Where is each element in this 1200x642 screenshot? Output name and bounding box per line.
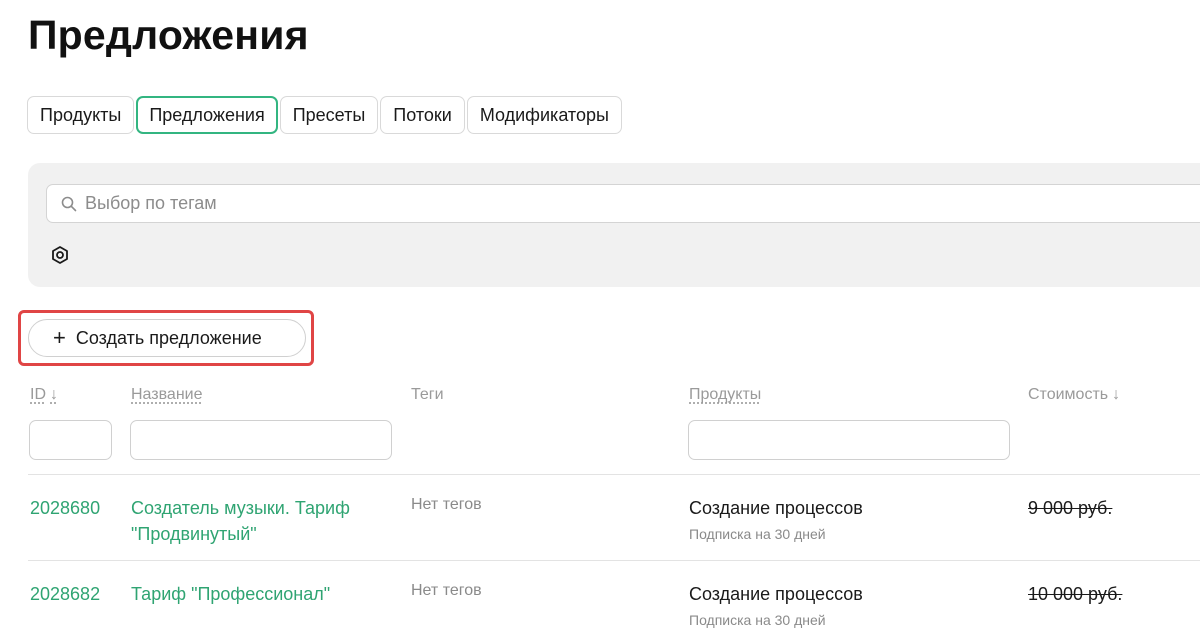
- plus-icon: +: [53, 325, 66, 350]
- filter-name-input[interactable]: [130, 420, 392, 460]
- page-title: Предложения: [28, 12, 309, 58]
- row-divider: [28, 560, 1200, 561]
- tab-offers[interactable]: Предложения: [136, 96, 278, 134]
- create-offer-label: Создать предложение: [75, 327, 262, 348]
- row-product-sub: Подписка на 30 дней: [689, 526, 826, 542]
- row-tags: Нет тегов: [411, 582, 482, 599]
- row-product-name: Создание процессов: [689, 584, 863, 604]
- filter-panel: Выбор по тегам: [28, 163, 1200, 287]
- row-divider: [28, 474, 1200, 475]
- column-header-tags: Теги: [411, 386, 444, 403]
- create-offer-button[interactable]: + Создать предложение: [28, 319, 306, 357]
- tab-modifiers[interactable]: Модификаторы: [466, 96, 622, 134]
- row-name-link[interactable]: Тариф "Профессионал": [131, 581, 391, 607]
- filter-id-input[interactable]: [29, 420, 112, 460]
- sort-arrow-icon: ↓: [1112, 386, 1121, 403]
- tag-search-placeholder: Выбор по тегам: [85, 193, 217, 213]
- tabs-bar: Продукты Предложения Пресеты Потоки Моди…: [27, 96, 622, 134]
- search-icon: [61, 196, 77, 211]
- sort-arrow-icon: ↓: [50, 386, 58, 403]
- column-header-id[interactable]: ID ↓: [30, 386, 58, 404]
- tab-presets[interactable]: Пресеты: [279, 96, 379, 134]
- settings-icon[interactable]: [50, 245, 70, 265]
- filter-products-input[interactable]: [688, 420, 1010, 460]
- column-header-price[interactable]: Стоимость ↓: [1028, 386, 1120, 404]
- row-product-sub: Подписка на 30 дней: [689, 612, 826, 628]
- row-price-old: 9 000 руб.: [1028, 498, 1113, 518]
- tab-flows[interactable]: Потоки: [380, 96, 465, 134]
- tag-search-input[interactable]: Выбор по тегам: [46, 184, 1200, 223]
- column-header-products[interactable]: Продукты: [689, 386, 761, 404]
- row-id-link[interactable]: 2028682: [30, 584, 100, 605]
- column-header-name[interactable]: Название: [131, 386, 203, 404]
- row-price-old: 10 000 руб.: [1028, 584, 1123, 604]
- row-product-name: Создание процессов: [689, 498, 863, 518]
- row-tags: Нет тегов: [411, 496, 482, 513]
- tab-products[interactable]: Продукты: [27, 96, 135, 134]
- row-id-link[interactable]: 2028680: [30, 498, 100, 519]
- row-name-link[interactable]: Создатель музыки. Тариф "Продвинутый": [131, 495, 391, 547]
